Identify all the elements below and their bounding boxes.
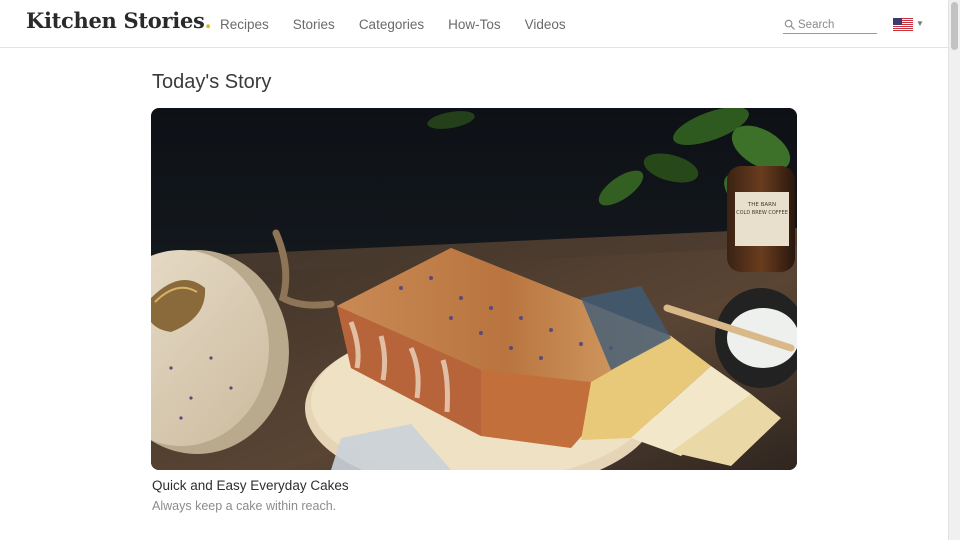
us-flag-icon bbox=[893, 17, 913, 31]
caret-down-icon: ▼ bbox=[916, 19, 924, 28]
nav-link-videos[interactable]: Videos bbox=[525, 17, 566, 32]
story-hero-image[interactable]: THE BARN COLD BREW COFFEE bbox=[151, 108, 797, 470]
nav-link-categories[interactable]: Categories bbox=[359, 17, 424, 32]
nav-link-how-tos[interactable]: How-Tos bbox=[448, 17, 501, 32]
top-navigation-bar: Kitchen Stories. Recipes Stories Categor… bbox=[0, 0, 948, 48]
search-box bbox=[783, 16, 877, 34]
main-nav: Recipes Stories Categories How-Tos Video… bbox=[220, 0, 590, 48]
svg-text:COLD BREW COFFEE: COLD BREW COFFEE bbox=[736, 210, 788, 216]
page-scrollbar[interactable] bbox=[948, 0, 960, 540]
search-icon[interactable] bbox=[784, 19, 795, 30]
search-input[interactable] bbox=[798, 18, 874, 31]
scrollbar-thumb[interactable] bbox=[951, 2, 958, 50]
nav-link-stories[interactable]: Stories bbox=[293, 17, 335, 32]
cake-photo: THE BARN COLD BREW COFFEE bbox=[151, 108, 797, 470]
svg-text:THE BARN: THE BARN bbox=[747, 202, 776, 208]
nav-link-recipes[interactable]: Recipes bbox=[220, 17, 269, 32]
locale-selector[interactable]: ▼ bbox=[893, 17, 924, 31]
logo-text: Kitchen Stories bbox=[26, 8, 205, 33]
story-subtitle: Always keep a cake within reach. bbox=[152, 499, 337, 513]
logo-dot: . bbox=[204, 8, 212, 33]
section-title: Today's Story bbox=[152, 71, 272, 93]
story-title[interactable]: Quick and Easy Everyday Cakes bbox=[152, 478, 349, 493]
kitchen-stories-logo[interactable]: Kitchen Stories. bbox=[26, 8, 212, 33]
